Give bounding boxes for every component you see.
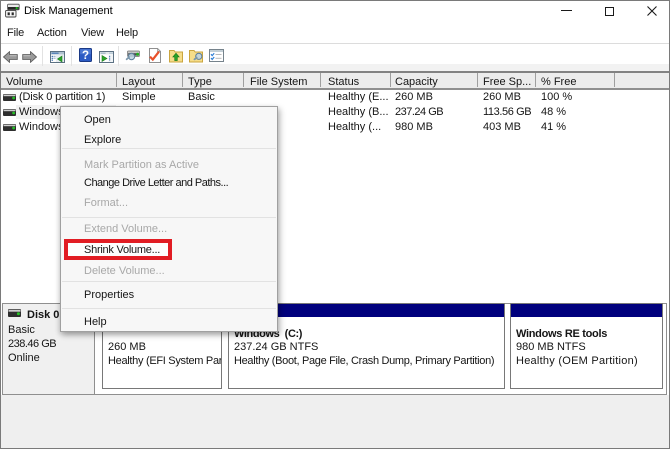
svg-text:?: ? bbox=[82, 50, 89, 62]
